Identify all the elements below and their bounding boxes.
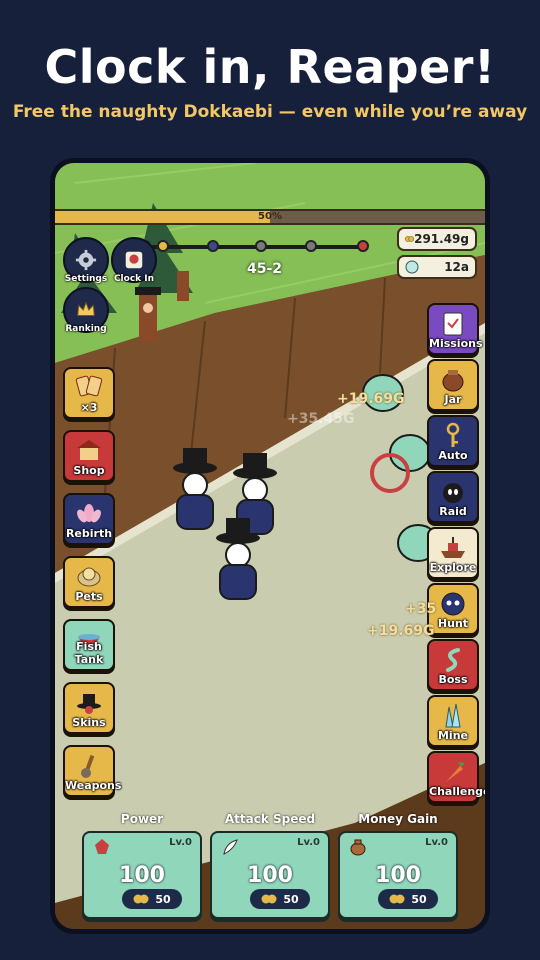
cards-icon [75,375,103,397]
pearl-icon [405,260,419,274]
clock-in-button[interactable]: Clock In [111,237,157,284]
rebirth-button[interactable]: Rebirth [63,493,115,545]
coin-icon [261,894,277,904]
promo-headline: Clock in, Reaper! [44,40,496,94]
power-cost: 50 [155,892,171,906]
weapons-button[interactable]: Weapons [63,745,122,797]
boss-label: Boss [438,673,468,686]
attack-speed-upgrade-card[interactable]: Lv.0 100 50 [210,831,330,919]
shop-button[interactable]: Shop [63,430,115,482]
money-bag-icon [350,839,366,856]
pet-icon [77,567,101,587]
carrot-icon [446,762,465,782]
ranking-label: Ranking [65,324,107,334]
skins-label: Skins [72,716,106,729]
stage-node [157,240,169,252]
fish-tank-button[interactable]: Fish Tank [63,619,115,671]
lotus-icon [77,504,101,523]
snake-icon [446,648,460,672]
feather-icon [223,839,238,855]
phone-frame: 50% 45-2 Settings Clock In Ranking 291.4 [50,158,490,934]
crystal-icon [445,703,461,728]
pets-label: Pets [75,590,103,603]
gear-icon [75,249,97,271]
coin-icon [133,894,149,904]
power-title: Power [120,812,164,826]
shop-label: Shop [73,464,105,477]
stage-node [305,240,317,252]
challenge-button[interactable]: Challenge [427,751,490,803]
stage-node-current [207,240,219,252]
clock-in-icon [125,251,143,269]
money-gain-cost: 50 [411,892,427,906]
money-gain-value: 100 [375,863,421,888]
gold-counter: 291.49g [397,227,477,251]
cards-boost-label: ×3 [80,401,98,414]
stage-progress-text: 50% [258,211,282,222]
hunt-label: Hunt [437,617,469,630]
coin-icon [405,236,415,242]
auto-button[interactable]: Auto [427,415,479,467]
money-gain-cost-button[interactable]: 50 [378,889,438,909]
raid-label: Raid [439,505,467,518]
leaf-icon [95,839,109,854]
attack-speed-value: 100 [247,863,293,888]
mine-button[interactable]: Mine [427,695,479,747]
explore-label: Explore [429,561,477,574]
power-value: 100 [119,863,165,888]
promo-subline: Free the naughty Dokkaebi — even while y… [12,102,528,122]
bomb-icon [443,483,463,503]
gold-value: 291.49g [414,232,469,246]
money-gain-level: Lv.0 [425,837,448,848]
hat-icon [77,694,101,714]
power-cost-button[interactable]: 50 [122,889,182,909]
mine-label: Mine [437,729,468,742]
ghost-icon [441,592,465,616]
attack-speed-cost-button[interactable]: 50 [250,889,310,909]
rebirth-label: Rebirth [65,527,113,540]
gem-value: 12a [444,260,469,274]
explore-button[interactable]: Explore [427,527,479,579]
clock-in-label: Clock In [113,274,155,284]
key-icon [446,422,460,447]
attack-speed-level: Lv.0 [297,837,320,848]
boat-icon [441,537,465,558]
jar-icon [442,370,464,392]
shop-icon [77,440,101,460]
clipboard-icon [443,312,463,336]
cards-boost-button[interactable]: ×3 [63,367,115,419]
money-gain-upgrade-card[interactable]: Lv.0 100 50 [338,831,458,919]
pets-button[interactable]: Pets [63,556,115,608]
stage-node-boss [357,240,369,252]
ranking-button[interactable]: Ranking [63,287,109,334]
auto-label: Auto [438,449,468,462]
money-gain-title: Money Gain [358,812,438,826]
raid-button[interactable]: Raid [427,471,479,523]
jar-button[interactable]: Jar [427,359,479,411]
gold-popup: +35 [405,601,437,617]
skins-button[interactable]: Skins [63,682,115,734]
weapons-label: Weapons [65,779,122,792]
power-upgrade-card[interactable]: Lv.0 100 50 [82,831,202,919]
stage-track [139,240,369,252]
gold-popup: +19.69G [367,623,435,639]
stage-node [255,240,267,252]
gold-popup: +35.45G [287,411,355,427]
crown-icon [77,301,95,316]
weapon-icon [81,754,95,778]
gold-popup: +19.69G [337,391,405,407]
boss-button[interactable]: Boss [427,639,479,691]
missions-button[interactable]: Missions [427,303,483,355]
missions-label: Missions [429,337,483,350]
challenge-label: Challenge [429,785,490,798]
attack-speed-title: Attack Speed [224,812,316,826]
coin-icon [389,894,405,904]
attack-speed-cost: 50 [283,892,299,906]
stage-progress-bar: 50% [55,209,485,225]
stage-label: 45-2 [247,261,283,277]
gem-counter: 12a [397,255,477,279]
jar-label: Jar [444,393,462,406]
fish-tank-label: Fish Tank [74,640,104,666]
power-level: Lv.0 [169,837,192,848]
